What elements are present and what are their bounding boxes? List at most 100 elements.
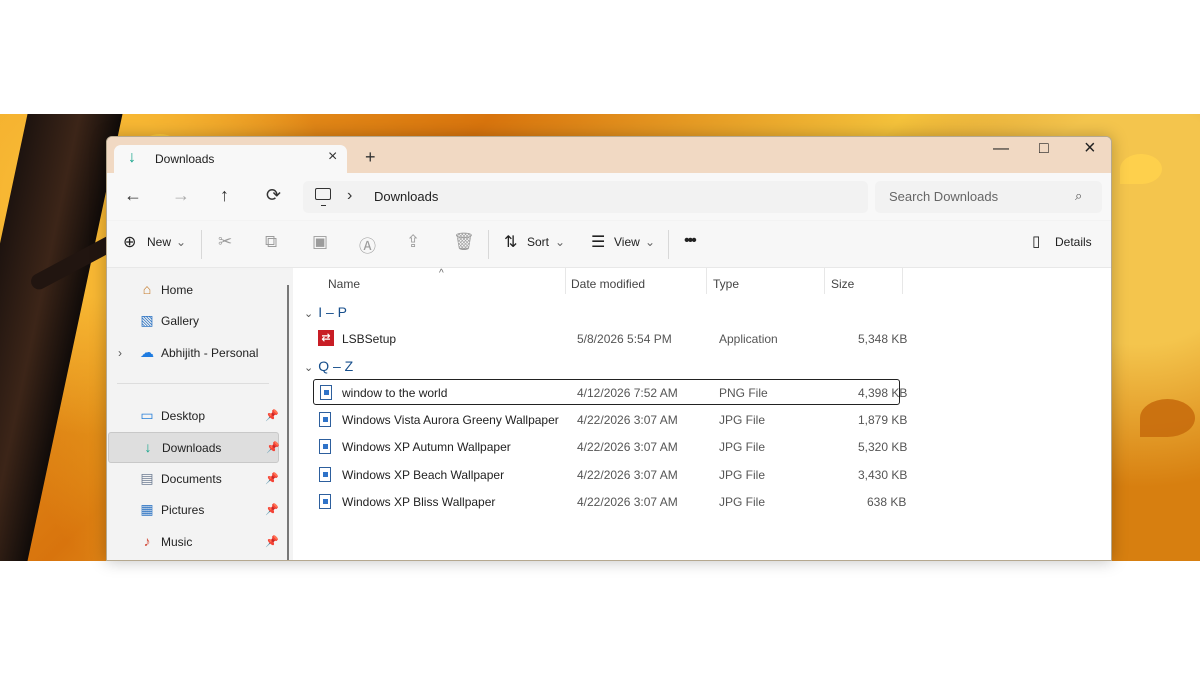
up-button[interactable]: ↑ — [220, 185, 229, 206]
column-divider[interactable] — [902, 268, 903, 294]
column-header-name[interactable]: Name — [328, 277, 360, 291]
refresh-button[interactable]: ⟳ — [266, 185, 281, 206]
screenshot-canvas: ↓ Downloads × + — □ × ← → ↑ ⟳ › Download… — [0, 0, 1200, 675]
sort-button[interactable]: Sort — [527, 235, 549, 249]
leaf-decoration — [1120, 154, 1162, 184]
file-name: Windows Vista Aurora Greeny Wallpaper — [342, 413, 559, 427]
copy-icon[interactable]: ⧉ — [265, 232, 277, 252]
sidebar-item-label: Abhijith - Personal — [161, 346, 259, 360]
sidebar-item-documents[interactable]: ▤ Documents 📌 — [108, 464, 279, 495]
image-file-icon — [320, 385, 332, 400]
more-options-button[interactable]: ••• — [684, 232, 697, 250]
group-heading: I – P — [318, 304, 348, 320]
back-button[interactable]: ← — [124, 185, 142, 206]
cut-icon[interactable]: ✂ — [218, 232, 232, 252]
view-button[interactable]: View — [614, 235, 640, 249]
expand-chevron-icon[interactable]: › — [118, 346, 122, 360]
navigation-pane: ⌂ Home ▧ Gallery › ☁ Abhijith - Personal… — [107, 268, 288, 560]
breadcrumb-downloads[interactable]: Downloads — [374, 189, 438, 204]
delete-icon[interactable]: 🗑 — [453, 232, 475, 252]
sort-icon: ⇅ — [504, 234, 518, 251]
download-icon: ↓ — [128, 149, 136, 166]
maximize-button[interactable]: □ — [1039, 140, 1049, 158]
image-file-icon — [319, 439, 331, 454]
cloud-icon: ☁ — [140, 344, 154, 360]
column-header-date-modified[interactable]: Date modified — [571, 277, 645, 291]
sidebar-item-home[interactable]: ⌂ Home — [108, 275, 279, 306]
search-box[interactable]: Search Downloads ⌕ — [875, 181, 1102, 213]
table-row[interactable]: window to the world 4/12/2026 7:52 AM PN… — [313, 379, 907, 405]
sidebar-item-downloads[interactable]: ↓ Downloads 📌 — [108, 432, 280, 463]
pin-icon: 📌 — [265, 410, 279, 422]
share-icon[interactable]: ⇪ — [406, 232, 420, 252]
desktop-icon: ▭ — [140, 407, 154, 423]
window-title-bar: ↓ Downloads × + — □ × — [107, 137, 1111, 173]
file-name: Windows XP Autumn Wallpaper — [342, 440, 511, 454]
downloads-tab[interactable]: ↓ Downloads × — [114, 145, 347, 173]
file-explorer-window: ↓ Downloads × + — □ × ← → ↑ ⟳ › Download… — [106, 136, 1112, 561]
toolbar-divider — [201, 230, 202, 259]
new-tab-button[interactable]: + — [365, 147, 376, 168]
command-bar: ⊕ New ⌄ ✂ ⧉ ▣ Ⓐ ⇪ 🗑 ⇅ Sort ⌄ ☰ View ⌄ ••… — [107, 221, 1111, 268]
file-date-modified: 4/12/2026 7:52 AM — [577, 386, 678, 400]
column-header-type[interactable]: Type — [713, 277, 739, 291]
music-icon: ♪ — [143, 533, 151, 549]
image-file-icon — [319, 412, 331, 427]
table-row[interactable]: ⇄ LSBSetup 5/8/2026 5:54 PM Application … — [313, 326, 907, 352]
file-type: JPG File — [719, 440, 766, 454]
sort-chevron-down-icon[interactable]: ⌄ — [555, 235, 565, 249]
file-size: 3,430 KB — [858, 468, 908, 482]
sidebar-item-label: Downloads — [162, 441, 222, 455]
close-tab-icon[interactable]: × — [328, 148, 337, 166]
group-heading: Q – Z — [318, 358, 354, 374]
table-row[interactable]: Windows XP Autumn Wallpaper 4/22/2026 3:… — [313, 434, 907, 460]
sidebar-item-music[interactable]: ♪ Music 📌 — [108, 527, 279, 558]
column-divider[interactable] — [565, 268, 566, 294]
image-file-icon — [319, 494, 331, 509]
file-size: 5,320 KB — [858, 440, 908, 454]
address-bar[interactable]: › Downloads — [303, 181, 868, 213]
file-size: 1,879 KB — [858, 413, 908, 427]
table-row[interactable]: Windows XP Bliss Wallpaper 4/22/2026 3:0… — [313, 489, 906, 515]
group-collapse-chevron-icon[interactable]: ⌄ — [304, 362, 313, 374]
rename-icon[interactable]: Ⓐ — [359, 232, 376, 257]
sidebar-item-label: Desktop — [161, 409, 206, 423]
group-collapse-chevron-icon[interactable]: ⌄ — [304, 308, 313, 320]
view-icon: ☰ — [591, 234, 606, 251]
column-divider[interactable] — [706, 268, 707, 294]
search-icon: ⌕ — [1075, 188, 1083, 203]
sidebar-item-pictures[interactable]: ▦ Pictures 📌 — [108, 495, 279, 526]
file-type: JPG File — [719, 413, 766, 427]
new-chevron-down-icon[interactable]: ⌄ — [176, 235, 186, 249]
column-header-size[interactable]: Size — [831, 277, 854, 291]
view-chevron-down-icon[interactable]: ⌄ — [645, 235, 655, 249]
leaf-decoration — [1140, 399, 1195, 437]
file-size: 4,398 KB — [858, 386, 908, 400]
file-name: LSBSetup — [342, 332, 397, 346]
column-divider[interactable] — [824, 268, 825, 294]
new-button[interactable]: New — [147, 235, 171, 249]
sidebar-item-gallery[interactable]: ▧ Gallery — [108, 306, 279, 337]
sidebar-divider — [117, 383, 269, 384]
file-type: PNG File — [719, 386, 768, 400]
file-type: JPG File — [719, 468, 766, 482]
document-icon: ▤ — [140, 470, 154, 486]
sidebar-item-label: Documents — [161, 472, 222, 486]
navigation-bar: ← → ↑ ⟳ › Downloads Search Downloads ⌕ — [107, 173, 1111, 220]
table-row[interactable]: Windows XP Beach Wallpaper 4/22/2026 3:0… — [313, 462, 907, 488]
close-window-button[interactable]: × — [1084, 137, 1096, 160]
sidebar-item-desktop[interactable]: ▭ Desktop 📌 — [108, 401, 279, 432]
details-button[interactable]: Details — [1055, 235, 1092, 249]
paste-icon[interactable]: ▣ — [312, 232, 328, 252]
minimize-button[interactable]: — — [993, 140, 1009, 158]
sidebar-item-onedrive-personal[interactable]: › ☁ Abhijith - Personal — [108, 338, 279, 369]
breadcrumb-separator-icon[interactable]: › — [347, 187, 352, 205]
file-group-i-p[interactable]: ⌄ I – P — [304, 304, 347, 320]
file-date-modified: 4/22/2026 3:07 AM — [577, 468, 678, 482]
file-list-view: ^ Name Date modified Type Size ⌄ I – P ⇄ … — [293, 268, 1111, 560]
sort-ascending-icon: ^ — [439, 268, 444, 279]
table-row[interactable]: Windows Vista Aurora Greeny Wallpaper 4/… — [313, 407, 907, 433]
sidebar-scrollbar[interactable] — [287, 285, 289, 560]
forward-button[interactable]: → — [172, 185, 190, 206]
file-group-q-z[interactable]: ⌄ Q – Z — [304, 358, 353, 374]
